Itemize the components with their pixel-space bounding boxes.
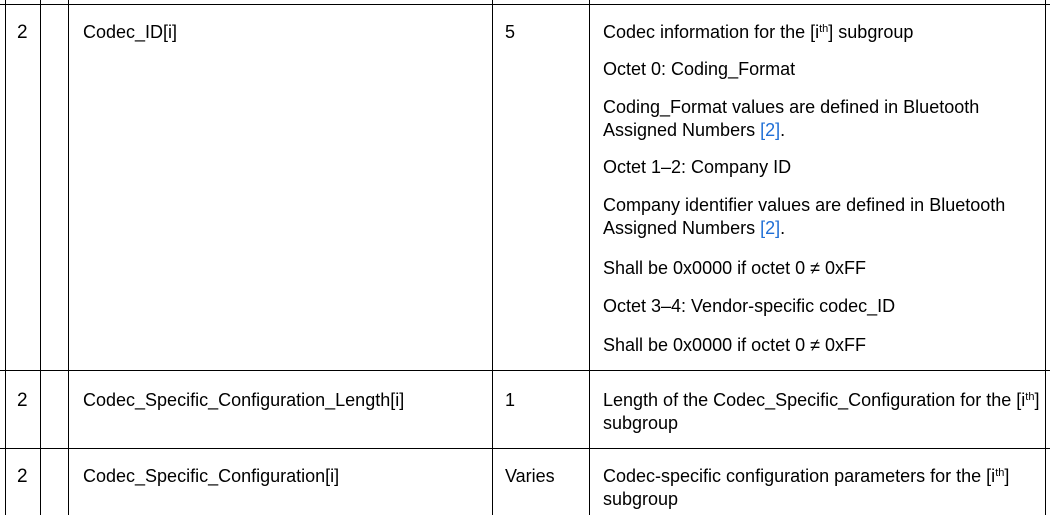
- description-text: ] subgroup: [828, 22, 914, 42]
- punctuation: .: [780, 120, 786, 140]
- superscript: th: [1025, 391, 1035, 403]
- description-line: Shall be 0x0000 if octet 0 ≠ 0xFF: [603, 335, 867, 355]
- parameter-table: 2 Codec_ID[i] 5 Codec information for th…: [0, 0, 1050, 515]
- description-text: Codec information for the [i: [603, 22, 820, 42]
- table-top-border: [0, 4, 1050, 5]
- description-paragraph: Company identifier values are defined in…: [603, 194, 1043, 240]
- description-line: Octet 1–2: Company ID: [603, 157, 792, 177]
- superscript: th: [819, 23, 829, 35]
- description-paragraph: Codec-specific configuration parameters …: [603, 465, 1043, 511]
- description-line: Shall be 0x0000 if octet 0 ≠ 0xFF: [603, 258, 867, 278]
- size-cell: 5: [505, 22, 516, 42]
- punctuation: .: [780, 218, 786, 238]
- description-paragraph: Coding_Format values are defined in Blue…: [603, 96, 1043, 142]
- description-text: Coding_Format values are defined in Blue…: [603, 97, 980, 140]
- field-name-cell: Codec_Specific_Configuration[i]: [83, 466, 340, 486]
- description-line: Codec information for the [ith] subgroup: [603, 21, 913, 44]
- row-divider: [0, 448, 1050, 449]
- column-divider: [68, 0, 69, 515]
- description-paragraph: Length of the Codec_Specific_Configurati…: [603, 389, 1043, 435]
- level-cell: 2: [17, 466, 28, 487]
- level-cell: 2: [17, 390, 28, 411]
- field-name-cell: Codec_ID[i]: [83, 22, 178, 42]
- reference-link[interactable]: [2]: [760, 120, 780, 140]
- table-right-border: [1045, 0, 1046, 515]
- column-divider: [40, 0, 41, 515]
- size-cell: Varies: [505, 466, 555, 486]
- description-line: Octet 0: Coding_Format: [603, 59, 796, 79]
- description-text: Codec-specific configuration parameters …: [603, 466, 996, 486]
- reference-link[interactable]: [2]: [760, 218, 780, 238]
- column-divider: [589, 0, 590, 515]
- description-line: Octet 3–4: Vendor-specific codec_ID: [603, 296, 896, 316]
- description-text: Company identifier values are defined in…: [603, 195, 1006, 238]
- superscript: th: [995, 467, 1005, 479]
- size-cell: 1: [505, 390, 516, 410]
- row-divider: [0, 370, 1050, 371]
- level-cell: 2: [17, 22, 28, 43]
- description-text: Length of the Codec_Specific_Configurati…: [603, 390, 1026, 410]
- column-divider: [492, 0, 493, 515]
- table-left-border: [5, 0, 6, 515]
- field-name-cell: Codec_Specific_Configuration_Length[i]: [83, 390, 405, 410]
